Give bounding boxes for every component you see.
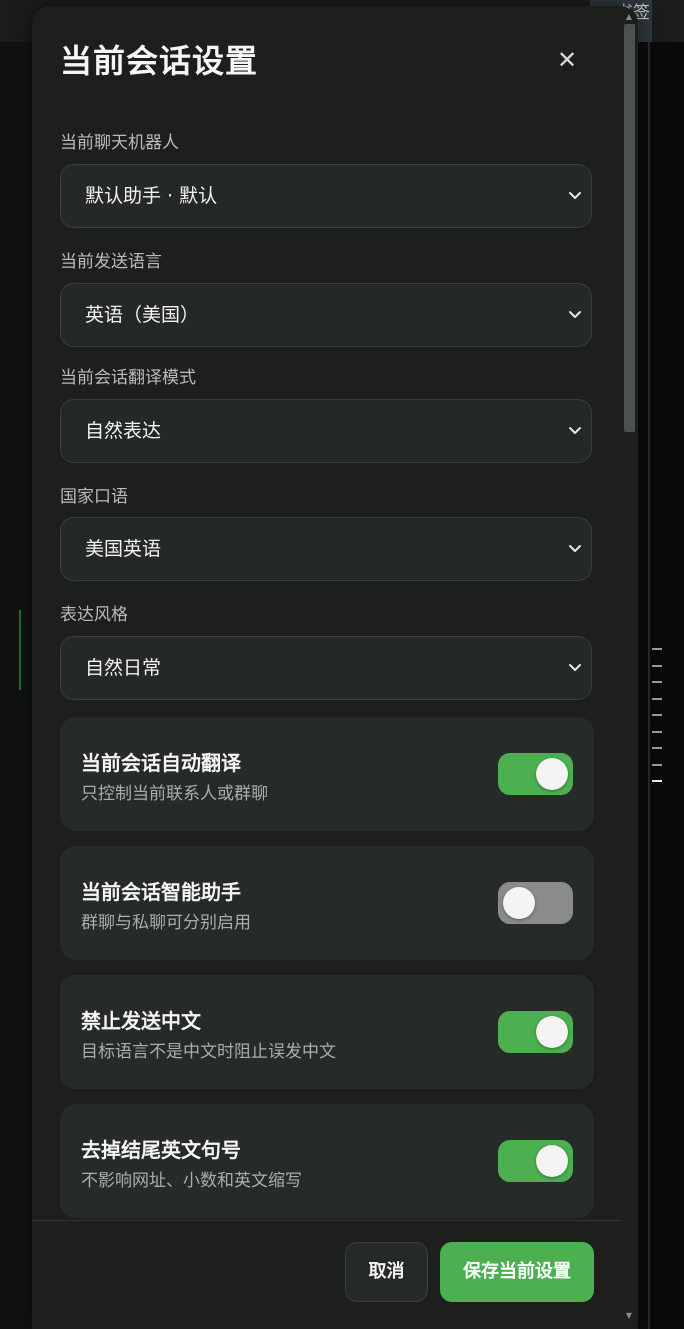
strip-period-card: 去掉结尾英文句号 不影响网址、小数和英文缩写 (60, 1104, 594, 1218)
background-scroll-markers (652, 648, 664, 797)
chevron-down-icon (569, 664, 581, 671)
cancel-button[interactable]: 取消 (345, 1242, 428, 1302)
session-settings-modal: 当前会话设置 ✕ 当前聊天机器人 默认助手 · 默认 当前发送语言 英语（美国）… (32, 6, 638, 1329)
save-settings-button[interactable]: 保存当前设置 (440, 1242, 594, 1302)
auto-translate-title: 当前会话自动翻译 (81, 751, 241, 775)
chevron-down-icon (569, 427, 581, 434)
toggle-knob (536, 1016, 568, 1048)
background-left-panel (0, 42, 32, 1329)
translation-mode-select[interactable]: 自然表达 (60, 399, 592, 463)
toggle-knob (536, 758, 568, 790)
toggle-knob (536, 1145, 568, 1177)
translation-mode-label: 当前会话翻译模式 (60, 368, 196, 388)
chevron-down-icon (569, 192, 581, 199)
block-chinese-toggle[interactable] (498, 1011, 573, 1053)
strip-period-toggle[interactable] (498, 1140, 573, 1182)
expression-style-select-value: 自然日常 (85, 657, 162, 679)
chevron-down-icon (569, 311, 581, 318)
scrollbar-thumb[interactable] (624, 24, 635, 432)
block-chinese-title: 禁止发送中文 (81, 1009, 201, 1033)
scroll-down-arrow-icon[interactable]: ▼ (624, 1311, 634, 1321)
chatbot-label: 当前聊天机器人 (60, 133, 179, 153)
background-active-indicator (19, 610, 21, 690)
scroll-up-arrow-icon[interactable]: ▲ (624, 12, 634, 22)
smart-assistant-card: 当前会话智能助手 群聊与私聊可分别启用 (60, 846, 594, 960)
block-chinese-subtitle: 目标语言不是中文时阻止误发中文 (81, 1042, 336, 1062)
auto-translate-subtitle: 只控制当前联系人或群聊 (81, 784, 268, 804)
strip-period-title: 去掉结尾英文句号 (81, 1138, 241, 1162)
chatbot-select[interactable]: 默认助手 · 默认 (60, 164, 592, 228)
expression-style-label: 表达风格 (60, 605, 128, 625)
spoken-variant-select[interactable]: 美国英语 (60, 517, 592, 581)
send-language-select-value: 英语（美国） (85, 304, 200, 326)
footer-divider (32, 1220, 622, 1221)
send-language-label: 当前发送语言 (60, 252, 162, 272)
translation-mode-select-value: 自然表达 (85, 420, 162, 442)
spoken-variant-select-value: 美国英语 (85, 538, 162, 560)
send-language-select[interactable]: 英语（美国） (60, 283, 592, 347)
close-icon[interactable]: ✕ (553, 46, 581, 74)
chevron-down-icon (569, 545, 581, 552)
smart-assistant-title: 当前会话智能助手 (81, 880, 241, 904)
chatbot-select-value: 默认助手 · 默认 (85, 185, 218, 207)
spoken-variant-label: 国家口语 (60, 487, 128, 507)
auto-translate-card: 当前会话自动翻译 只控制当前联系人或群聊 (60, 717, 594, 831)
block-chinese-card: 禁止发送中文 目标语言不是中文时阻止误发中文 (60, 975, 594, 1089)
modal-title: 当前会话设置 (60, 42, 259, 80)
smart-assistant-subtitle: 群聊与私聊可分别启用 (81, 913, 251, 933)
expression-style-select[interactable]: 自然日常 (60, 636, 592, 700)
strip-period-subtitle: 不影响网址、小数和英文缩写 (81, 1171, 302, 1191)
auto-translate-toggle[interactable] (498, 753, 573, 795)
smart-assistant-toggle[interactable] (498, 882, 573, 924)
toggle-knob (503, 887, 535, 919)
